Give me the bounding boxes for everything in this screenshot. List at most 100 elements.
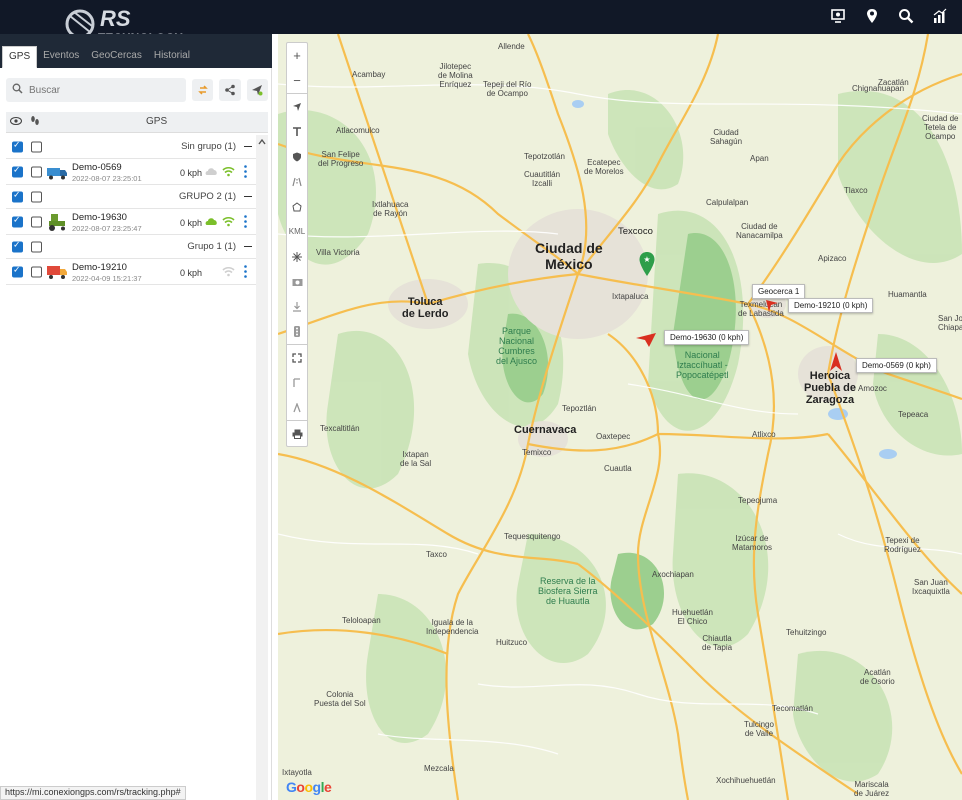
- route-tool[interactable]: [287, 169, 307, 194]
- location-pin-icon[interactable]: [864, 8, 880, 24]
- vehicle-label-demo-19630[interactable]: Demo-19630 (0 kph): [664, 330, 750, 345]
- group-row[interactable]: Sin grupo (1): [6, 135, 256, 159]
- map-label-texcoco: Texcoco: [618, 226, 653, 237]
- download-tool[interactable]: [287, 294, 307, 319]
- tab-eventos[interactable]: Eventos: [37, 46, 85, 68]
- map-label-cuautla: Cuautla: [604, 464, 632, 473]
- google-logo: Google: [286, 779, 332, 795]
- map-label-puebla: Heroica Puebla de Zaragoza: [804, 370, 856, 406]
- device-speed: 0 kph: [180, 168, 203, 178]
- vehicle-label-demo-19210[interactable]: Demo-19210 (0 kph): [788, 298, 874, 313]
- vehicle-label-demo-0569[interactable]: Demo-0569 (0 kph): [856, 358, 937, 373]
- group-visible-checkbox[interactable]: [12, 139, 23, 152]
- device-follow-checkbox[interactable]: [31, 216, 42, 227]
- refresh-button[interactable]: [192, 79, 214, 101]
- map-label-tepeojuma: Tepeojuma: [738, 496, 778, 505]
- collapse-icon[interactable]: [244, 146, 252, 147]
- sidebar: GPS Eventos GeoCercas Historial GPS Sin …: [0, 34, 272, 800]
- device-speed: 0 kph: [180, 218, 203, 228]
- monitor-icon[interactable]: [830, 8, 846, 24]
- send-icon: [252, 85, 263, 96]
- cluster-tool[interactable]: [287, 244, 307, 269]
- group-visible-checkbox[interactable]: [12, 239, 23, 252]
- kml-button[interactable]: KML: [287, 219, 307, 244]
- logo-rs-text: RS: [100, 6, 131, 31]
- collapse-icon[interactable]: [244, 246, 252, 247]
- camera-icon: [292, 278, 302, 286]
- device-row[interactable]: Demo-0569 2022-08-07 23:25:01 0 kph: [6, 159, 256, 185]
- map-label-texcaltitlan: Texcaltitlán: [320, 424, 360, 433]
- map-label-matamoros: Izúcar de Matamoros: [732, 534, 773, 552]
- polygon-tool[interactable]: [287, 194, 307, 219]
- device-visible-checkbox[interactable]: [12, 164, 23, 177]
- device-menu-icon[interactable]: [244, 265, 247, 278]
- map-label-ixtapan: Ixtapan de la Sal: [400, 450, 432, 468]
- group-follow-checkbox[interactable]: [31, 241, 42, 252]
- collapse-icon[interactable]: [244, 196, 252, 197]
- map-label-amozoc: Amozoc: [858, 384, 887, 393]
- device-visible-checkbox[interactable]: [12, 214, 23, 227]
- group-follow-checkbox[interactable]: [31, 141, 42, 152]
- camera-tool[interactable]: [287, 269, 307, 294]
- pointer-tool[interactable]: [287, 94, 307, 119]
- map-label-mariscala: Mariscala de Juárez: [854, 780, 890, 798]
- group-visible-checkbox[interactable]: [12, 189, 23, 202]
- device-follow-checkbox[interactable]: [31, 166, 42, 177]
- list-scrollbar[interactable]: [256, 135, 268, 800]
- traffic-tool[interactable]: [287, 319, 307, 344]
- road-icon: [292, 177, 302, 186]
- group-label: GRUPO 2 (1): [178, 191, 236, 202]
- map-label-tecomatlan: Tecomatlán: [772, 704, 813, 713]
- tab-geocercas[interactable]: GeoCercas: [85, 46, 148, 68]
- refresh-icon: [197, 85, 208, 95]
- vehicle-arrow-icon[interactable]: [765, 299, 779, 313]
- shield-tool[interactable]: [287, 144, 307, 169]
- search-box: [6, 78, 187, 102]
- vehicle-arrow-icon[interactable]: [635, 332, 657, 348]
- share-button[interactable]: [219, 79, 241, 101]
- geofence-pin-icon[interactable]: ★: [639, 252, 655, 276]
- map-label-ixtayotla: Ixtayotla: [282, 768, 312, 777]
- tractor-icon: [49, 214, 65, 231]
- map-label-san-felipe: San Felipe del Progreso: [318, 150, 364, 168]
- device-speed: 0 kph: [180, 268, 203, 278]
- zoom-in-button[interactable]: +: [287, 43, 307, 68]
- zoom-out-button[interactable]: −: [287, 68, 307, 93]
- device-visible-checkbox[interactable]: [12, 264, 23, 277]
- map-view[interactable]: + − KML Ciudad de México Toluca de Lerdo C…: [278, 34, 962, 800]
- flag-tool[interactable]: [287, 370, 307, 395]
- device-follow-checkbox[interactable]: [31, 266, 42, 277]
- scroll-up-icon[interactable]: [256, 136, 268, 148]
- map-label-temixco: Temixco: [522, 448, 552, 457]
- device-row[interactable]: Demo-19210 2022-04-09 15:21:37 0 kph: [6, 259, 256, 285]
- print-button[interactable]: [287, 421, 307, 446]
- group-row[interactable]: GRUPO 2 (1): [6, 185, 256, 209]
- map-label-xochihuehuetlan: Xochihuehuetlán: [716, 776, 776, 785]
- tab-gps[interactable]: GPS: [2, 46, 38, 68]
- text-tool[interactable]: [287, 119, 307, 144]
- signal-wifi-icon: [222, 266, 235, 277]
- arrow-pointer-icon: [293, 102, 301, 111]
- fullscreen-button[interactable]: [287, 345, 307, 370]
- report-chart-icon[interactable]: [932, 8, 948, 24]
- map-label-iguala: Iguala de la Independencia: [426, 618, 479, 636]
- send-command-button[interactable]: [246, 79, 268, 101]
- map-label-oaxtepec: Oaxtepec: [596, 432, 631, 441]
- group-follow-checkbox[interactable]: [31, 191, 42, 202]
- device-menu-icon[interactable]: [244, 165, 247, 178]
- search-icon[interactable]: [898, 8, 914, 24]
- group-row[interactable]: Grupo 1 (1): [6, 235, 256, 259]
- map-label-colonia: Colonia Puesta del Sol: [314, 690, 366, 708]
- map-label-apizaco: Apizaco: [818, 254, 847, 263]
- measure-tool[interactable]: [287, 395, 307, 420]
- vehicle-arrow-icon[interactable]: [829, 352, 843, 372]
- search-input[interactable]: [29, 84, 179, 96]
- device-row[interactable]: Demo-19630 2022-08-07 23:25:47 0 kph: [6, 209, 256, 235]
- follow-footprints-icon[interactable]: [29, 115, 41, 130]
- map-label-parque-ajusco: Parque Nacional Cumbres del Ajusco: [496, 326, 538, 366]
- geofence-label[interactable]: Geocerca 1: [752, 284, 806, 299]
- visibility-eye-icon[interactable]: [9, 116, 23, 129]
- device-menu-icon[interactable]: [244, 215, 247, 228]
- tab-historial[interactable]: Historial: [148, 46, 196, 68]
- fullscreen-icon: [292, 352, 302, 363]
